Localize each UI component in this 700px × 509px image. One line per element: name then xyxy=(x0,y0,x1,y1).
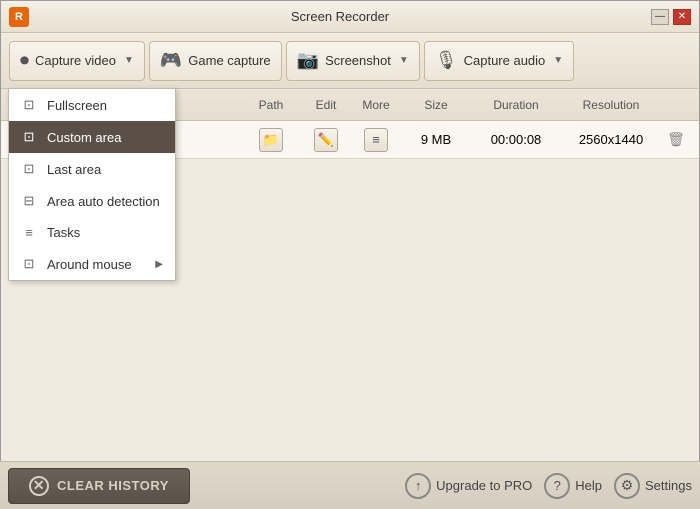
settings-label: Settings xyxy=(645,478,692,493)
upgrade-to-pro-button[interactable]: ↑ Upgrade to PRO xyxy=(405,473,532,499)
col-duration-header: Duration xyxy=(471,98,561,112)
minimize-button[interactable]: — xyxy=(651,9,669,25)
screenshot-label: Screenshot xyxy=(325,53,391,68)
menu-item-last-area[interactable]: ⊡ Last area xyxy=(9,153,175,185)
custom-area-menu-icon: ⊡ xyxy=(21,129,37,145)
bottom-right-actions: ↑ Upgrade to PRO ? Help ⚙ Settings xyxy=(405,473,692,499)
capture-audio-button[interactable]: 🎙 Capture audio ▼ xyxy=(424,41,574,81)
help-icon: ? xyxy=(544,473,570,499)
capture-video-button[interactable]: ⏺ Capture video ▼ xyxy=(9,41,145,81)
game-capture-button[interactable]: 🎮 Game capture xyxy=(149,41,282,81)
edit-pencil-icon[interactable]: ✏️ xyxy=(314,128,338,152)
menu-item-fullscreen[interactable]: ⊡ Fullscreen xyxy=(9,89,175,121)
menu-item-tasks[interactable]: ≡ Tasks xyxy=(9,217,175,248)
fullscreen-label: Fullscreen xyxy=(47,98,107,113)
duration-cell: 00:00:08 xyxy=(471,132,561,147)
window-controls: — ✕ xyxy=(651,9,691,25)
around-mouse-arrow-icon: ▶ xyxy=(155,259,163,270)
help-label: Help xyxy=(575,478,602,493)
game-capture-icon: 🎮 xyxy=(160,50,182,71)
capture-video-chevron: ▼ xyxy=(124,55,134,66)
menu-item-around-mouse[interactable]: ⊡ Around mouse ▶ xyxy=(9,248,175,280)
settings-button[interactable]: ⚙ Settings xyxy=(614,473,692,499)
game-capture-label: Game capture xyxy=(188,53,270,68)
last-area-menu-icon: ⊡ xyxy=(21,161,37,177)
fullscreen-menu-icon: ⊡ xyxy=(21,97,37,113)
capture-video-icon: ⏺ xyxy=(20,50,29,71)
capture-audio-label: Capture audio xyxy=(464,53,546,68)
col-resolution-header: Resolution xyxy=(561,98,661,112)
path-folder-icon[interactable]: 📁 xyxy=(259,128,283,152)
capture-video-dropdown: ⊡ Fullscreen ⊡ Custom area ⊡ Last area ⊟… xyxy=(8,88,176,281)
resolution-cell: 2560x1440 xyxy=(561,132,661,147)
menu-item-custom-area[interactable]: ⊡ Custom area xyxy=(9,121,175,153)
toolbar: ⏺ Capture video ▼ 🎮 Game capture 📷 Scree… xyxy=(1,33,699,89)
menu-item-area-auto-detection[interactable]: ⊟ Area auto detection xyxy=(9,185,175,217)
more-cell: ≡ xyxy=(351,128,401,152)
screenshot-icon: 📷 xyxy=(297,50,319,71)
path-cell: 📁 xyxy=(241,128,301,152)
capture-audio-icon: 🎙 xyxy=(435,50,458,71)
col-path-header: Path xyxy=(241,98,301,112)
screenshot-button[interactable]: 📷 Screenshot ▼ xyxy=(286,41,420,81)
edit-cell: ✏️ xyxy=(301,128,351,152)
close-button[interactable]: ✕ xyxy=(673,9,691,25)
clear-history-button[interactable]: ✕ CLEAR HISTORY xyxy=(8,468,190,504)
size-cell: 9 MB xyxy=(401,132,471,147)
around-mouse-menu-icon: ⊡ xyxy=(21,256,37,272)
upgrade-label: Upgrade to PRO xyxy=(436,478,532,493)
upgrade-icon: ↑ xyxy=(405,473,431,499)
col-more-header: More xyxy=(351,98,401,112)
around-mouse-label: Around mouse xyxy=(47,257,132,272)
area-auto-detection-menu-icon: ⊟ xyxy=(21,193,37,209)
area-auto-detection-label: Area auto detection xyxy=(47,194,160,209)
bottom-bar: ✕ CLEAR HISTORY ↑ Upgrade to PRO ? Help … xyxy=(0,461,700,509)
capture-video-label: Capture video xyxy=(35,53,116,68)
col-edit-header: Edit xyxy=(301,98,351,112)
app-icon: R xyxy=(9,7,29,27)
title-bar: R Screen Recorder — ✕ xyxy=(1,1,699,33)
tasks-menu-icon: ≡ xyxy=(21,225,37,240)
screenshot-chevron: ▼ xyxy=(399,55,409,66)
more-icon[interactable]: ≡ xyxy=(364,128,388,152)
delete-icon[interactable]: 🗑 xyxy=(667,131,685,148)
help-button[interactable]: ? Help xyxy=(544,473,602,499)
gear-icon: ⚙ xyxy=(614,473,640,499)
custom-area-label: Custom area xyxy=(47,130,121,145)
col-size-header: Size xyxy=(401,98,471,112)
clear-history-icon: ✕ xyxy=(29,476,49,496)
last-area-label: Last area xyxy=(47,162,101,177)
tasks-label: Tasks xyxy=(47,225,80,240)
capture-audio-chevron: ▼ xyxy=(553,55,563,66)
clear-history-label: CLEAR HISTORY xyxy=(57,478,169,493)
window-title: Screen Recorder xyxy=(29,9,651,24)
delete-cell: 🗑 xyxy=(661,131,691,148)
